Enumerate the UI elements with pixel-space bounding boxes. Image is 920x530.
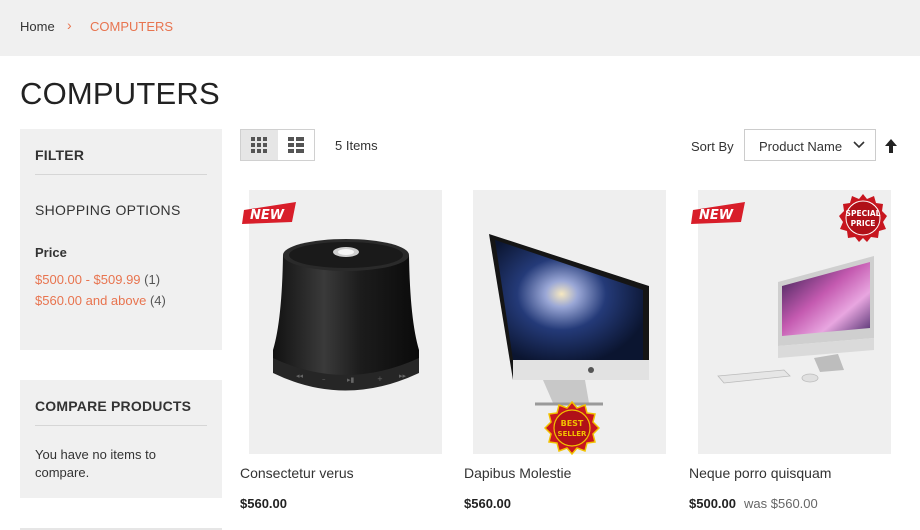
product-name[interactable]: Neque porro quisquam <box>689 465 831 481</box>
sort-by-select[interactable]: Product Name <box>744 129 876 161</box>
new-badge: NEW <box>691 202 745 224</box>
compare-empty-text: You have no items to compare. <box>35 447 156 480</box>
breadcrumb: Home › COMPUTERS <box>0 0 920 56</box>
grid-icon <box>251 137 268 153</box>
svg-text:+: + <box>377 375 383 383</box>
page-title: COMPUTERS <box>20 76 220 111</box>
sort-direction-button[interactable] <box>884 138 898 159</box>
price-filter-title[interactable]: Price <box>35 245 67 260</box>
product-name[interactable]: Consectetur verus <box>240 465 354 481</box>
svg-text:–: – <box>322 375 326 383</box>
svg-text:◂◂: ◂◂ <box>296 372 304 380</box>
breadcrumb-separator-icon: › <box>67 17 72 33</box>
items-count: 5 Items <box>335 138 378 153</box>
grid-view-button[interactable] <box>241 130 278 160</box>
new-badge: NEW <box>242 202 296 224</box>
view-mode-toggle <box>240 129 315 161</box>
list-view-button[interactable] <box>278 130 315 160</box>
filter-title[interactable]: FILTER <box>35 147 84 163</box>
new-badge-text: NEW <box>250 208 285 223</box>
sort-by-label: Sort By <box>691 139 734 154</box>
svg-text:SELLER: SELLER <box>558 430 588 438</box>
svg-text:▸▸: ▸▸ <box>399 372 407 380</box>
chevron-down-icon <box>853 141 865 149</box>
product-name[interactable]: Dapibus Molestie <box>464 465 571 481</box>
list-icon <box>287 137 304 153</box>
breadcrumb-current: COMPUTERS <box>90 19 174 34</box>
special-price-badge: SPECIAL PRICE <box>839 194 887 242</box>
best-seller-badge: BEST SELLER <box>544 400 600 456</box>
old-price-value: $560.00 <box>770 496 818 511</box>
was-label: was <box>744 496 768 511</box>
arrow-up-icon <box>885 139 897 153</box>
price-option-link[interactable]: $500.00 - $509.99 <box>35 272 141 287</box>
price-option-link[interactable]: $560.00 and above <box>35 293 146 308</box>
filter-divider <box>35 174 207 175</box>
speaker-icon: ◂◂ – ▸▮ + ▸▸ <box>273 239 419 391</box>
breadcrumb-home-link[interactable]: Home <box>20 19 55 34</box>
product-price: $500.00 <box>689 496 736 511</box>
product-image[interactable]: ◂◂ – ▸▮ + ▸▸ <box>249 190 442 454</box>
sort-by-value: Product Name <box>759 139 843 154</box>
product-price: $560.00 <box>464 496 511 511</box>
price-option: $560.00 and above (4) <box>35 293 166 308</box>
new-badge-text: NEW <box>699 208 734 223</box>
compare-panel: COMPARE PRODUCTS You have no items to co… <box>20 380 222 498</box>
svg-text:SPECIAL: SPECIAL <box>846 209 881 218</box>
product-price: $560.00 <box>240 496 287 511</box>
compare-divider <box>35 425 207 426</box>
svg-text:▸▮: ▸▮ <box>347 376 355 384</box>
shopping-options-title: SHOPPING OPTIONS <box>35 202 181 218</box>
compare-title: COMPARE PRODUCTS <box>35 398 192 414</box>
price-option-count: (4) <box>149 293 166 308</box>
svg-text:PRICE: PRICE <box>851 219 876 228</box>
filter-panel: FILTER SHOPPING OPTIONS Price $500.00 - … <box>20 129 222 350</box>
svg-text:BEST: BEST <box>561 419 584 428</box>
price-option-count: (1) <box>144 272 161 287</box>
price-option: $500.00 - $509.99 (1) <box>35 272 160 287</box>
old-price: was $560.00 <box>744 496 818 511</box>
